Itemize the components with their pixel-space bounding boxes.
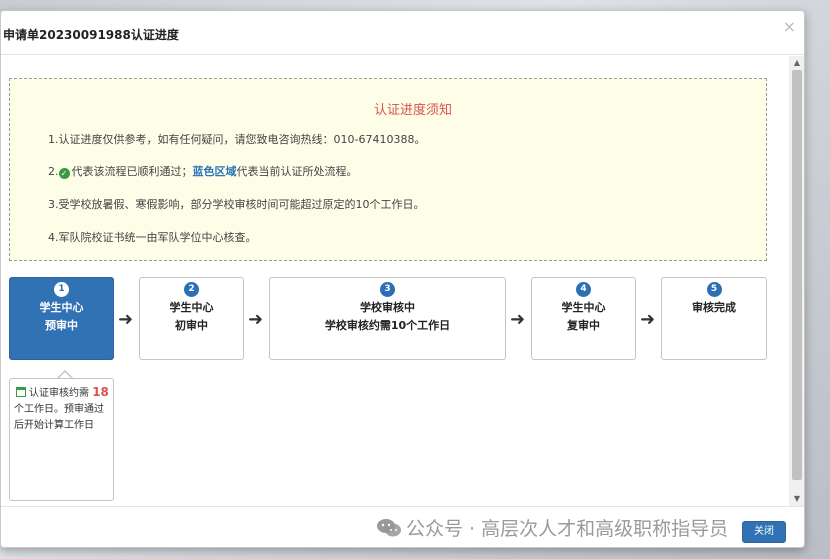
notice-line-1: 1.认证进度仅供参考，如有任何疑问，请您致电咨询热线：010-67410388。 [48, 133, 426, 146]
notice-line-2-prefix: 2. [48, 165, 59, 178]
step-title: 学生中心 [39, 301, 84, 314]
step-status: 初审中 [175, 319, 208, 332]
step-number: 3 [380, 282, 395, 297]
modal-header: 申请单20230091988认证进度 × [1, 11, 804, 55]
tip-days: 18 [92, 385, 109, 399]
tip-prefix: 认证审核约需 [29, 388, 89, 399]
calendar-icon [16, 387, 26, 397]
modal-body: 认证进度须知 1.认证进度仅供参考，如有任何疑问，请您致电咨询热线：010-67… [1, 56, 789, 506]
step-number: 4 [576, 282, 591, 297]
arrow-right-icon: ➜ [640, 309, 656, 330]
step-2: 2 学生中心 初审中 [139, 277, 244, 360]
scroll-down-arrow-icon[interactable]: ▼ [789, 492, 804, 506]
step-3: 3 学校审核中 学校审核约需10个工作日 [269, 277, 506, 360]
step-status: 复审中 [567, 319, 600, 332]
step-4: 4 学生中心 复审中 [531, 277, 636, 360]
step-title: 审核完成 [692, 301, 736, 314]
watermark-text: 公众号 · 高层次人才和高级职称指导员 [406, 518, 729, 540]
step-title: 学生中心 [561, 301, 606, 314]
step-1: 1 学生中心 预审中 [9, 277, 114, 360]
notice-title: 认证进度须知 [373, 103, 452, 118]
modal-title: 申请单20230091988认证进度 [3, 28, 179, 42]
step-status: 学校审核约需10个工作日 [324, 319, 451, 332]
scroll-thumb[interactable] [792, 70, 802, 480]
close-button[interactable]: 关闭 [742, 521, 786, 543]
notice-line-3: 3.受学校放暑假、寒假影响，部分学校审核时间可能超过原定的10个工作日。 [48, 198, 425, 211]
vertical-scrollbar[interactable]: ▲ ▼ [789, 56, 804, 506]
close-icon[interactable]: × [783, 17, 796, 36]
notice-line-2-suffix: 代表当前认证所处流程。 [236, 165, 358, 178]
arrow-right-icon: ➜ [118, 309, 134, 330]
step-title: 学校审核中 [360, 301, 415, 314]
step-title: 学生中心 [169, 301, 214, 314]
step-number: 5 [706, 282, 722, 297]
notice-line-2-mid: 代表该流程已顺利通过； [71, 165, 193, 178]
wechat-icon [377, 519, 401, 537]
tip-rest: 个工作日。预审通过后开始计算工作日 [14, 404, 104, 431]
watermark: 公众号 · 高层次人才和高级职称指导员 [376, 514, 728, 541]
notice-line-2: 2. ✓ 代表该流程已顺利通过；蓝色区域代表当前认证所处流程。 [48, 163, 358, 179]
review-time-tip: 认证审核约需 18 个工作日。预审通过后开始计算工作日 [9, 378, 114, 501]
check-circle-icon: ✓ [58, 168, 70, 179]
blue-area-text: 蓝色区域 [192, 165, 237, 178]
scroll-up-arrow-icon[interactable]: ▲ [789, 56, 804, 70]
step-number: 1 [54, 282, 69, 297]
step-status: 预审中 [45, 319, 78, 332]
progress-modal: 申请单20230091988认证进度 × 认证进度须知 1.认证进度仅供参考，如… [0, 10, 805, 548]
notice-box: 认证进度须知 1.认证进度仅供参考，如有任何疑问，请您致电咨询热线：010-67… [9, 78, 767, 261]
arrow-right-icon: ➜ [248, 309, 264, 330]
step-5: 5 审核完成 [661, 277, 767, 360]
step-number: 2 [184, 282, 199, 297]
arrow-right-icon: ➜ [510, 309, 526, 330]
notice-line-4: 4.军队院校证书统一由军队学位中心核查。 [48, 231, 257, 244]
